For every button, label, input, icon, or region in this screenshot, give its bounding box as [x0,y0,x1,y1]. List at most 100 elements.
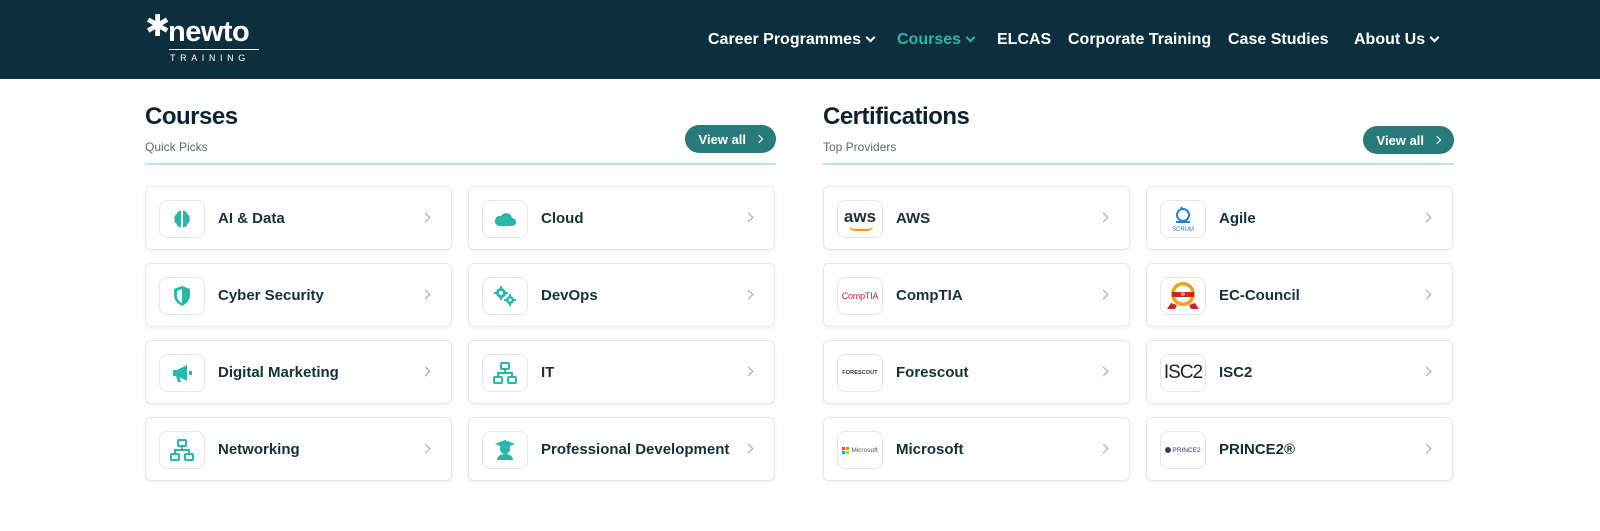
chevron-right-icon [743,443,754,454]
nav-label: ELCAS [997,30,1052,48]
microsoft-squares-icon [842,446,850,454]
icon-box [482,354,528,392]
chevron-right-icon [1098,366,1109,377]
isc2-logo: ISC2 [1160,354,1206,392]
icon-box [159,200,205,238]
chevron-right-icon [1432,135,1442,145]
icon-box [159,277,205,315]
card-label: PRINCE2® [1219,440,1296,458]
isc2-logo-text: ISC2 [1163,362,1203,383]
card-label: AI & Data [218,209,285,227]
chevron-right-icon [743,212,754,223]
brain-icon [174,210,190,228]
comptia-logo-text: CompTIA [841,291,879,301]
card-label: Digital Marketing [218,363,339,381]
nav-career-programmes[interactable]: Career Programmes [708,0,876,79]
logo-wordmark: newto [168,16,250,48]
icon-box [482,277,528,315]
megaphone-icon [173,365,192,382]
scrum-icon [1176,206,1190,223]
nav-label: Case Studies [1228,30,1329,48]
card-label: EC-Council [1219,286,1300,304]
chevron-right-icon [1421,212,1432,223]
card-label: CompTIA [896,286,963,304]
chevron-right-icon [754,134,764,144]
nav-about-us[interactable]: About Us [1354,0,1440,79]
cert-card-isc2[interactable]: ISC2 ISC2 [1146,340,1453,404]
card-label: Cloud [541,209,584,227]
chevron-right-icon [743,366,754,377]
chevron-right-icon [1421,289,1432,300]
icon-box [482,431,528,469]
nav-case-studies[interactable]: Case Studies [1228,0,1328,79]
chevron-right-icon [420,289,431,300]
prince2-logo: PRINCE2 [1160,431,1206,469]
section-subtitle: Top Providers [823,140,897,154]
icon-box [159,354,205,392]
nav-courses[interactable]: Courses [897,0,976,79]
nav-label: About Us [1354,30,1426,48]
graduate-icon [495,440,515,460]
cert-card-agile[interactable]: SCRUM Agile [1146,186,1453,250]
chevron-right-icon [1421,443,1432,454]
section-divider [145,163,776,165]
aws-smile-icon [849,225,873,231]
card-label: Agile [1219,209,1256,227]
network-icon [493,362,517,384]
course-card-cloud[interactable]: Cloud [468,186,775,250]
button-label: View all [698,131,746,147]
course-card-networking[interactable]: Networking [145,417,452,481]
course-card-digital-marketing[interactable]: Digital Marketing [145,340,452,404]
chevron-right-icon [420,443,431,454]
card-label: Forescout [896,363,969,381]
course-card-cyber-security[interactable]: Cyber Security [145,263,452,327]
chevron-right-icon [420,212,431,223]
prince2-mark-icon [1165,447,1172,453]
newto-training-logo[interactable]: ✱ newto TRAINING [145,10,265,66]
chevron-right-icon [1098,289,1109,300]
nav-label: Career Programmes [708,30,861,48]
cert-card-aws[interactable]: aws AWS [823,186,1130,250]
icon-box [482,200,528,238]
nav-corporate-training[interactable]: Corporate Training [1068,0,1211,79]
course-card-it[interactable]: IT [468,340,775,404]
cert-card-prince2[interactable]: PRINCE2 PRINCE2® [1146,417,1453,481]
course-card-devops[interactable]: DevOps [468,263,775,327]
course-card-professional-development[interactable]: Professional Development [468,417,775,481]
network-icon [170,439,194,461]
section-subtitle: Quick Picks [145,140,208,154]
nav-label: Courses [897,30,962,48]
card-label: IT [541,363,555,381]
cert-card-ec-council[interactable]: EC-Council [1146,263,1453,327]
nav-elcas[interactable]: ELCAS [997,0,1051,79]
chevron-right-icon [1421,366,1432,377]
card-label: Cyber Security [218,286,324,304]
cert-card-forescout[interactable]: FORESCOUT Forescout [823,340,1130,404]
card-label: Networking [218,440,300,458]
prince2-logo-text: PRINCE2 [1172,446,1201,454]
aws-logo-text: aws [843,206,877,226]
card-label: DevOps [541,286,598,304]
view-all-certifications-button[interactable]: View all [1362,126,1454,154]
shield-icon [174,286,190,306]
card-label: ISC2 [1219,363,1253,381]
chevron-right-icon [743,289,754,300]
section-title: Certifications [823,103,970,130]
view-all-courses-button[interactable]: View all [684,125,776,153]
asterisk-logo-icon: ✱ [145,10,171,43]
cert-card-comptia[interactable]: CompTIA CompTIA [823,263,1130,327]
course-card-ai-data[interactable]: AI & Data [145,186,452,250]
card-label: Microsoft [896,440,964,458]
section-divider [823,163,1454,165]
card-label: AWS [896,209,931,227]
forescout-logo-text: FORESCOUT [842,370,878,376]
section-title: Courses [145,103,238,130]
chevron-right-icon [420,366,431,377]
top-navigation-bar: ✱ newto TRAINING Career Programmes Cours… [0,0,1600,79]
cloud-icon [494,213,516,226]
aws-logo: aws [837,200,883,238]
cert-card-microsoft[interactable]: Microsoft Microsoft [823,417,1130,481]
logo-subtitle: TRAINING [170,53,250,63]
chevron-right-icon [1098,443,1109,454]
chevron-down-icon [865,32,876,43]
